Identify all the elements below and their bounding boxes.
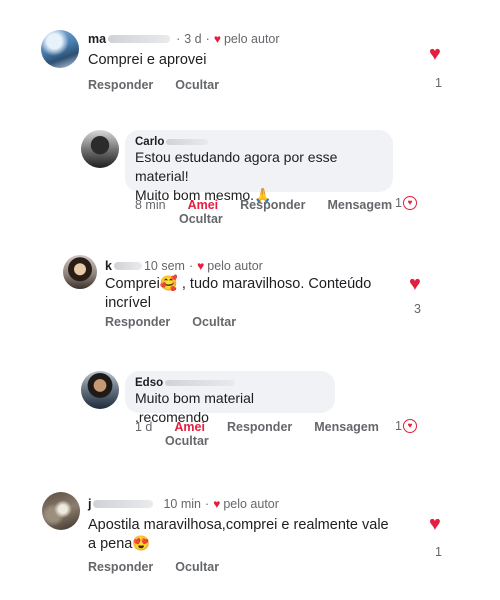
avatar[interactable] <box>42 492 80 530</box>
comment-text-line: Apostila maravilhosa,comprei e realmente… <box>88 517 389 533</box>
author-liked-badge: pelo autor <box>223 497 279 511</box>
comment-time: 10 sem <box>143 259 185 273</box>
comment-text: Comprei e aprovei <box>88 52 207 68</box>
reply-button[interactable]: Responder <box>227 420 292 434</box>
love-reaction-button[interactable]: Amei <box>174 420 205 434</box>
heart-icon[interactable]: ♥ <box>429 514 441 534</box>
heart-icon: ♥ <box>197 259 205 273</box>
avatar[interactable] <box>81 371 119 409</box>
avatar[interactable] <box>81 130 119 168</box>
reply-bubble: Carlo Estou estudando agora por esse mat… <box>125 130 393 203</box>
comment-text: Apostila maravilhosa,comprei e realmente… <box>88 516 428 554</box>
reply-button[interactable]: Responder <box>240 198 305 212</box>
comment-time: 10 min <box>163 497 202 511</box>
comment-actions: Responder Ocultar <box>88 78 241 92</box>
heart-icon[interactable]: ♥ <box>429 44 441 64</box>
reply-time: 8 min <box>135 198 166 212</box>
reply-text-line: Estou estudando agora por esse material! <box>135 149 338 184</box>
comment-time: 3 d <box>184 32 202 46</box>
author-liked-badge: pelo autor <box>207 259 263 273</box>
author-name[interactable]: j <box>88 497 91 511</box>
reaction-count[interactable]: 1 ♥ <box>395 196 417 210</box>
reply-button[interactable]: Responder <box>105 315 170 329</box>
comment-meta: ma · 3 d · ♥ pelo autor <box>88 32 280 46</box>
heart-icon: ♥ <box>402 196 417 210</box>
reply-button[interactable]: Responder <box>88 78 153 92</box>
comment-text: Comprei🥰 , tudo maravilhoso. Conteúdo in… <box>105 275 395 313</box>
author-name[interactable]: Carlo <box>135 136 164 148</box>
like-count: 1 <box>435 76 442 90</box>
like-count: 1 <box>435 545 442 559</box>
hide-button[interactable]: Ocultar <box>179 212 223 226</box>
comment-text-line: a pena😍 <box>88 536 151 552</box>
like-count: 1 <box>395 419 402 433</box>
heart-icon: ♥ <box>213 497 221 511</box>
comment-actions: Responder Ocultar <box>105 315 258 329</box>
message-button[interactable]: Mensagem <box>314 420 379 434</box>
comment-text-line: Comprei🥰 , tudo maravilhoso. Conteúdo <box>105 276 372 292</box>
redacted-name <box>93 500 154 508</box>
heart-icon: ♥ <box>213 32 221 46</box>
reply-button[interactable]: Responder <box>88 560 153 574</box>
like-count: 1 <box>395 196 402 210</box>
reply-bubble: Edso Muito bom material ,recomendo <box>125 371 335 425</box>
hide-button[interactable]: Ocultar <box>175 560 219 574</box>
hide-button[interactable]: Ocultar <box>175 78 219 92</box>
comment-meta: k 10 sem · ♥ pelo autor <box>105 259 263 273</box>
comment-actions: Responder Ocultar <box>88 560 241 574</box>
author-liked-badge: pelo autor <box>223 32 280 46</box>
author-name[interactable]: k <box>105 259 112 273</box>
avatar[interactable] <box>41 30 79 68</box>
heart-icon[interactable]: ♥ <box>409 274 421 294</box>
redacted-name <box>166 139 209 145</box>
author-name[interactable]: Edso <box>135 377 163 389</box>
redacted-name <box>113 262 142 270</box>
hide-button[interactable]: Ocultar <box>192 315 236 329</box>
reaction-count[interactable]: 1 ♥ <box>395 419 417 433</box>
love-reaction-button[interactable]: Amei <box>188 198 219 212</box>
like-count: 3 <box>414 302 421 316</box>
message-button[interactable]: Mensagem <box>327 198 392 212</box>
heart-icon: ♥ <box>402 419 417 433</box>
comment-text-line: incrível <box>105 295 151 311</box>
reply-actions: 1 d Amei Responder Mensagem <box>135 420 401 434</box>
avatar[interactable] <box>63 255 97 289</box>
hide-button[interactable]: Ocultar <box>165 434 209 448</box>
redacted-name <box>165 380 236 386</box>
comment-meta: j 10 min · ♥ pelo autor <box>88 497 279 511</box>
reply-actions: 8 min Amei Responder Mensagem <box>135 198 414 212</box>
author-name[interactable]: ma <box>88 32 106 46</box>
reply-time: 1 d <box>135 420 153 434</box>
redacted-name <box>108 35 171 43</box>
